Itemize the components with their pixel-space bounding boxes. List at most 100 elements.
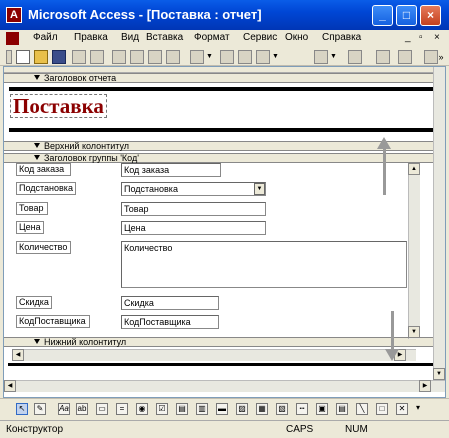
resize-marker-line: [391, 311, 394, 351]
properties-icon[interactable]: [348, 50, 362, 64]
bottom-rule-line[interactable]: [9, 128, 433, 132]
menu-help[interactable]: Справка: [322, 32, 361, 43]
copy-icon[interactable]: [130, 50, 144, 64]
field-product[interactable]: Товар: [121, 202, 266, 216]
section-report-header[interactable]: Заголовок отчета: [4, 73, 445, 83]
label-price[interactable]: Цена: [16, 221, 44, 234]
menu-tools[interactable]: Сервис: [243, 32, 277, 43]
code-dropdown-icon[interactable]: ▼: [330, 50, 337, 64]
toolbox-dropdown-icon[interactable]: ▾: [414, 403, 422, 415]
window-scroll-right-icon[interactable]: ▶: [419, 380, 431, 392]
scroll-up-icon[interactable]: ▲: [408, 163, 420, 175]
save-icon[interactable]: [52, 50, 66, 64]
field-lookup-combo[interactable]: Подстановка ▼: [121, 182, 266, 196]
footer-rule-line[interactable]: [8, 363, 438, 366]
menu-view[interactable]: Вид: [121, 32, 139, 43]
minimize-button[interactable]: _: [372, 5, 393, 26]
command-button-tool-icon[interactable]: ▬: [216, 403, 228, 415]
option-button-icon[interactable]: ◉: [136, 403, 148, 415]
option-group-icon[interactable]: ▭: [96, 403, 108, 415]
paste-icon[interactable]: [148, 50, 162, 64]
access-app-icon[interactable]: A: [6, 7, 22, 23]
window-horizontal-scrollbar[interactable]: [4, 380, 445, 392]
menu-edit[interactable]: Правка: [74, 32, 108, 43]
field-order-code[interactable]: Код заказа: [121, 163, 221, 177]
top-rule-line[interactable]: [9, 87, 433, 91]
window-scroll-left-icon[interactable]: ◀: [4, 380, 16, 392]
up-arrow-icon: [377, 137, 391, 149]
close-button[interactable]: ×: [420, 5, 441, 26]
label-supplier-code[interactable]: КодПоставщика: [16, 315, 90, 328]
toolbox-icon[interactable]: [256, 50, 270, 64]
unbound-frame-icon[interactable]: ▦: [256, 403, 268, 415]
menu-format[interactable]: Формат: [194, 32, 230, 43]
menu-file[interactable]: Файл: [33, 32, 58, 43]
status-num: NUM: [345, 424, 368, 435]
status-bar: Конструктор CAPS NUM: [0, 420, 449, 438]
combo-box-tool-icon[interactable]: ▤: [176, 403, 188, 415]
section-group-header[interactable]: Заголовок группы 'Код': [4, 153, 445, 163]
label-product[interactable]: Товар: [16, 202, 48, 215]
select-objects-icon[interactable]: ↖: [16, 403, 28, 415]
tab-control-icon[interactable]: ▣: [316, 403, 328, 415]
checkbox-tool-icon[interactable]: ☑: [156, 403, 168, 415]
section-page-footer[interactable]: Нижний колонтитул: [4, 337, 445, 347]
code-icon[interactable]: [314, 50, 328, 64]
window-vertical-scrollbar[interactable]: [433, 67, 445, 380]
bound-frame-icon[interactable]: ▧: [276, 403, 288, 415]
open-icon[interactable]: [34, 50, 48, 64]
report-doc-icon[interactable]: [6, 32, 19, 45]
autoformat-dropdown-icon[interactable]: ▼: [272, 50, 279, 64]
doc-close-button[interactable]: ×: [434, 32, 440, 43]
report-design-area[interactable]: Заголовок отчета Поставка Верхний колонт…: [3, 66, 446, 398]
report-view-icon[interactable]: [6, 50, 12, 64]
menu-window[interactable]: Окно: [285, 32, 308, 43]
detail-horizontal-scrollbar[interactable]: [12, 349, 416, 361]
toolbar-overflow-icon[interactable]: »: [438, 50, 444, 64]
format-painter-icon[interactable]: [166, 50, 180, 64]
new-icon[interactable]: [16, 50, 30, 64]
label-order-code[interactable]: Код заказа: [16, 163, 71, 176]
field-list-icon[interactable]: [220, 50, 234, 64]
list-box-tool-icon[interactable]: ▥: [196, 403, 208, 415]
label-lookup[interactable]: Подстановка: [16, 182, 76, 195]
database-window-icon[interactable]: [398, 50, 412, 64]
subform-icon[interactable]: ▤: [336, 403, 348, 415]
new-object-icon[interactable]: [424, 50, 438, 64]
section-arrow-icon: [34, 339, 40, 344]
scroll-down-icon[interactable]: ▼: [408, 326, 420, 338]
label-tool-icon[interactable]: Aa: [58, 403, 70, 415]
spelling-icon[interactable]: [90, 50, 104, 64]
field-supplier-code[interactable]: КодПоставщика: [121, 315, 219, 329]
print-preview-icon[interactable]: [72, 50, 86, 64]
label-quantity[interactable]: Количество: [16, 241, 71, 254]
textbox-tool-icon[interactable]: ab: [76, 403, 88, 415]
image-tool-icon[interactable]: ▨: [236, 403, 248, 415]
undo-icon[interactable]: [190, 50, 204, 64]
field-quantity[interactable]: Количество: [121, 241, 407, 288]
down-arrow-icon: [385, 349, 399, 361]
more-controls-icon[interactable]: ✕: [396, 403, 408, 415]
window-scroll-down-icon[interactable]: ▼: [433, 368, 445, 380]
toolbar: ▼ ▼ ▼ »: [0, 48, 449, 66]
maximize-button[interactable]: □: [396, 5, 417, 26]
menu-insert[interactable]: Вставка: [146, 32, 183, 43]
sorting-grouping-icon[interactable]: [238, 50, 252, 64]
rectangle-tool-icon[interactable]: □: [376, 403, 388, 415]
doc-minimize-button[interactable]: _: [405, 32, 411, 43]
toggle-button-icon[interactable]: =: [116, 403, 128, 415]
field-price[interactable]: Цена: [121, 221, 266, 235]
control-wizards-icon[interactable]: ✎: [34, 403, 46, 415]
combo-dropdown-icon[interactable]: ▼: [254, 183, 265, 195]
field-discount[interactable]: Скидка: [121, 296, 219, 310]
label-discount[interactable]: Скидка: [16, 296, 52, 309]
scroll-left-icon[interactable]: ◀: [12, 349, 24, 361]
undo-dropdown-icon[interactable]: ▼: [206, 50, 213, 64]
page-break-icon[interactable]: ┅: [296, 403, 308, 415]
detail-vertical-scrollbar[interactable]: [408, 163, 420, 339]
cut-icon[interactable]: [112, 50, 126, 64]
report-title-label[interactable]: Поставка: [10, 94, 107, 118]
line-tool-icon[interactable]: ╲: [356, 403, 368, 415]
doc-restore-button[interactable]: ▫: [419, 32, 423, 43]
build-icon[interactable]: [376, 50, 390, 64]
